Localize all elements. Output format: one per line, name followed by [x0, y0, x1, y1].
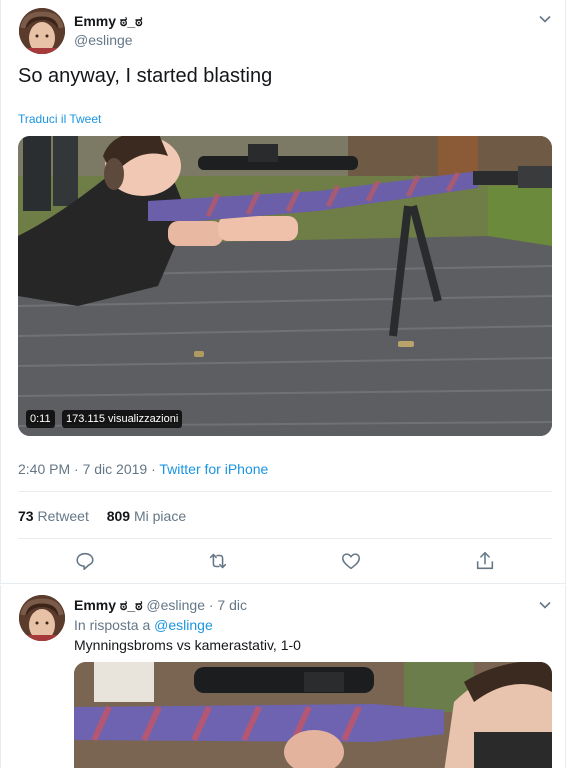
tweet-source[interactable]: Twitter for iPhone	[159, 461, 268, 477]
reply-tweet: Emmy ಠ_ಠ @eslinge · 7 dic In risposta a …	[0, 585, 566, 768]
divider	[18, 491, 552, 492]
retweets-stat[interactable]: 73 Retweet	[18, 508, 89, 524]
reply-icon[interactable]	[74, 550, 96, 572]
likes-count: 809	[106, 508, 131, 524]
author-handle[interactable]: @eslinge	[146, 597, 205, 613]
video-duration: 0:11	[26, 410, 55, 428]
video-player[interactable]: 0:11 173.115 visualizzazioni	[18, 136, 552, 436]
tweet-date[interactable]: · 7 dic	[205, 597, 247, 613]
video-views: 173.115 visualizzazioni	[62, 410, 183, 428]
chevron-down-icon[interactable]	[538, 598, 552, 612]
likes-label: Mi piace	[133, 508, 187, 524]
retweets-label: Retweet	[37, 508, 89, 524]
retweet-icon[interactable]	[207, 550, 229, 572]
in-reply-prefix: In risposta a	[74, 617, 155, 633]
tweet-timestamp[interactable]: 2:40 PM · 7 dic 2019 ·	[18, 461, 159, 477]
main-tweet: Emmy ಠ_ಠ @eslinge So anyway, I started b…	[0, 0, 566, 584]
tweet-actions	[18, 550, 552, 576]
share-icon[interactable]	[474, 550, 496, 572]
in-reply-handle[interactable]: @eslinge	[154, 617, 213, 633]
likes-stat[interactable]: 809 Mi piace	[107, 508, 186, 524]
author-name[interactable]: Emmy ಠ_ಠ	[74, 597, 143, 613]
author-handle[interactable]: @eslinge	[74, 32, 133, 48]
video-frame	[18, 136, 552, 436]
author-name[interactable]: Emmy ಠ_ಠ	[74, 13, 143, 30]
author-avatar[interactable]	[19, 8, 65, 54]
translate-tweet-link[interactable]: Traduci il Tweet	[18, 112, 101, 126]
like-icon[interactable]	[340, 550, 362, 572]
tweet-text: Mynningsbroms vs kamerastativ, 1-0	[74, 637, 301, 653]
video-player[interactable]	[74, 662, 552, 768]
tweet-meta: 2:40 PM · 7 dic 2019 · Twitter for iPhon…	[18, 461, 268, 477]
reply-header: Emmy ಠ_ಠ @eslinge · 7 dic	[74, 597, 247, 614]
video-frame	[74, 662, 552, 768]
divider	[18, 538, 552, 539]
chevron-down-icon[interactable]	[538, 12, 552, 26]
in-reply-to: In risposta a @eslinge	[74, 617, 213, 633]
tweet-stats: 73 Retweet 809 Mi piace	[18, 508, 186, 524]
retweets-count: 73	[18, 508, 34, 524]
tweet-text: So anyway, I started blasting	[18, 65, 273, 87]
author-avatar[interactable]	[19, 595, 65, 641]
